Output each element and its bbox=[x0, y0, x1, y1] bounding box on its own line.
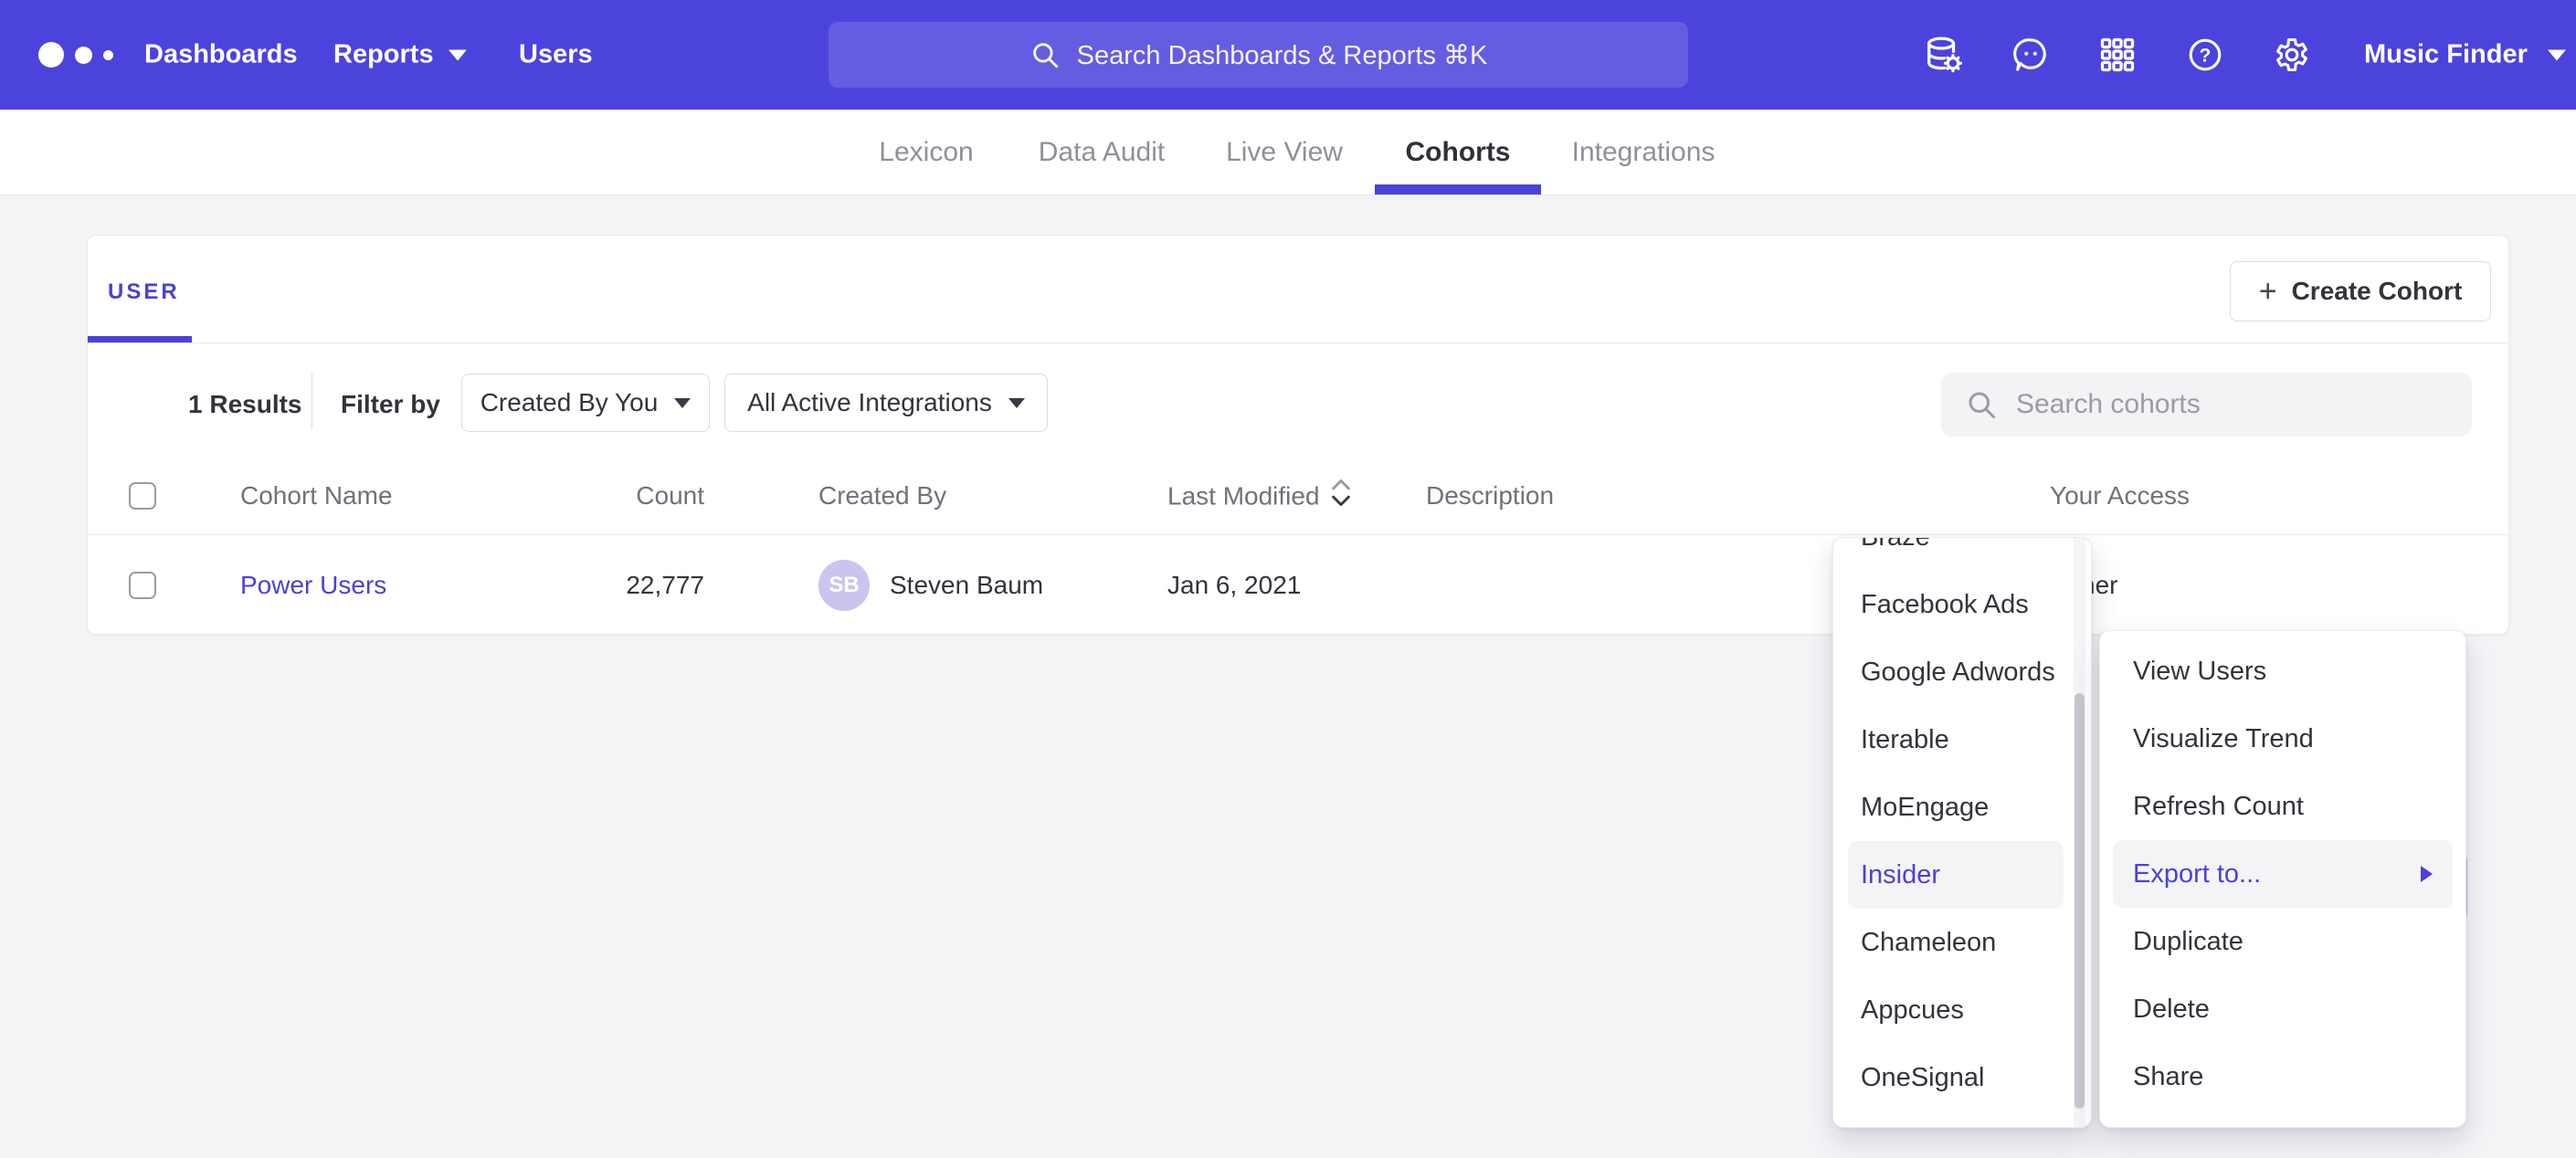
column-count: Count bbox=[508, 481, 704, 511]
settings-button[interactable] bbox=[2270, 33, 2314, 77]
mixpanel-logo[interactable] bbox=[38, 42, 113, 68]
menu-item-chameleon[interactable]: Chameleon bbox=[1848, 909, 2064, 976]
chevron-down-icon bbox=[449, 49, 467, 60]
menu-item-view-users[interactable]: View Users bbox=[2113, 637, 2453, 705]
last-modified-label: Last Modified bbox=[1167, 482, 1320, 511]
integrations-filter-dropdown[interactable]: All Active Integrations bbox=[724, 374, 1048, 432]
column-cohort-name: Cohort Name bbox=[240, 481, 393, 511]
menu-item-braze[interactable]: Braze bbox=[1848, 537, 2064, 571]
table-row: Power Users 22,777 SB Steven Baum Jan 6,… bbox=[88, 535, 2508, 636]
table-header: Cohort Name Count Created By Last Modifi… bbox=[88, 458, 2508, 535]
menu-item-iterable[interactable]: Iterable bbox=[1848, 706, 2064, 774]
divider bbox=[311, 373, 312, 429]
chat-bubble-icon bbox=[2011, 35, 2051, 75]
search-cohorts-placeholder: Search cohorts bbox=[2016, 389, 2201, 420]
gear-icon bbox=[2272, 35, 2312, 75]
export-submenu: Braze Facebook Ads Google Adwords Iterab… bbox=[1832, 537, 2092, 1128]
chevron-down-icon bbox=[1008, 398, 1025, 408]
chevron-down-icon bbox=[674, 398, 691, 408]
created-by-name: Steven Baum bbox=[890, 571, 1043, 600]
svg-text:?: ? bbox=[2200, 46, 2212, 67]
menu-item-google-adwords[interactable]: Google Adwords bbox=[1848, 638, 2064, 706]
scrollbar-track[interactable] bbox=[2074, 538, 2085, 1127]
logo-dot-small bbox=[103, 50, 113, 60]
menu-item-delete[interactable]: Delete bbox=[2113, 975, 2453, 1043]
search-cohorts-input[interactable]: Search cohorts bbox=[1941, 373, 2472, 437]
integrations-filter-value: All Active Integrations bbox=[747, 388, 992, 417]
menu-item-insider[interactable]: Insider bbox=[1848, 841, 2064, 909]
tab-integrations[interactable]: Integrations bbox=[1572, 137, 1716, 168]
tab-user-cohorts[interactable]: USER bbox=[108, 279, 180, 305]
cohorts-panel: USER + Create Cohort 1 Results Filter by… bbox=[87, 235, 2509, 635]
select-all-checkbox[interactable] bbox=[129, 482, 156, 510]
menu-item-refresh-count[interactable]: Refresh Count bbox=[2113, 773, 2453, 840]
search-icon bbox=[1029, 39, 1061, 70]
feedback-button[interactable] bbox=[2009, 33, 2053, 77]
tab-data-audit[interactable]: Data Audit bbox=[1039, 137, 1165, 168]
data-management-button[interactable] bbox=[1922, 33, 1966, 77]
global-search-input[interactable]: Search Dashboards & Reports ⌘K bbox=[829, 22, 1688, 88]
apps-button[interactable] bbox=[2096, 33, 2139, 77]
tab-cohorts[interactable]: Cohorts bbox=[1406, 137, 1511, 168]
grid-icon bbox=[2097, 35, 2138, 75]
export-to-label: Export to... bbox=[2133, 859, 2261, 890]
nav-users[interactable]: Users bbox=[519, 40, 593, 70]
search-icon bbox=[1965, 388, 1998, 421]
cohort-count: 22,777 bbox=[508, 571, 704, 600]
menu-item-facebook-ads[interactable]: Facebook Ads bbox=[1848, 571, 2064, 638]
chevron-down-icon bbox=[2548, 49, 2566, 60]
menu-item-onesignal[interactable]: OneSignal bbox=[1848, 1044, 2064, 1111]
nav-dashboards[interactable]: Dashboards bbox=[144, 40, 298, 70]
scrollbar-thumb[interactable] bbox=[2075, 693, 2085, 1109]
create-cohort-button[interactable]: + Create Cohort bbox=[2230, 261, 2491, 321]
create-cohort-label: Create Cohort bbox=[2292, 277, 2463, 306]
chevron-right-icon bbox=[2421, 866, 2433, 882]
created-by-filter-value: Created By You bbox=[480, 388, 659, 417]
cohort-name-link[interactable]: Power Users bbox=[240, 571, 386, 600]
column-last-modified: Last Modified bbox=[1167, 479, 1353, 513]
column-description: Description bbox=[1426, 481, 1554, 511]
menu-item-export-to[interactable]: Export to... bbox=[2113, 840, 2453, 908]
avatar: SB bbox=[818, 560, 870, 611]
project-name: Music Finder bbox=[2364, 40, 2528, 70]
plus-icon: + bbox=[2259, 276, 2277, 307]
divider bbox=[88, 342, 2508, 343]
active-tab-indicator bbox=[1375, 184, 1541, 195]
last-modified-date: Jan 6, 2021 bbox=[1167, 571, 1301, 600]
filter-by-label: Filter by bbox=[341, 390, 440, 419]
global-search-placeholder: Search Dashboards & Reports ⌘K bbox=[1077, 39, 1488, 71]
tab-lexicon[interactable]: Lexicon bbox=[879, 137, 973, 168]
column-created-by: Created By bbox=[818, 481, 946, 511]
export-submenu-list: Braze Facebook Ads Google Adwords Iterab… bbox=[1833, 537, 2091, 1111]
section-tabs: Lexicon Data Audit Live View Cohorts Int… bbox=[0, 110, 2576, 195]
top-nav: Dashboards Reports Users Search Dashboar… bbox=[0, 0, 2576, 110]
logo-dot-large bbox=[38, 42, 64, 68]
row-context-menu-list: View Users Visualize Trend Refresh Count… bbox=[2100, 637, 2465, 1111]
nav-reports-label: Reports bbox=[333, 40, 434, 70]
database-gear-icon bbox=[1923, 34, 1965, 76]
nav-reports[interactable]: Reports bbox=[333, 40, 467, 70]
menu-item-visualize-trend[interactable]: Visualize Trend bbox=[2113, 705, 2453, 773]
menu-item-share[interactable]: Share bbox=[2113, 1043, 2453, 1111]
row-checkbox[interactable] bbox=[129, 572, 156, 599]
menu-item-moengage[interactable]: MoEngage bbox=[1848, 774, 2064, 841]
sort-icon[interactable] bbox=[1329, 479, 1353, 513]
help-icon: ? bbox=[2185, 35, 2225, 75]
tab-live-view[interactable]: Live View bbox=[1226, 137, 1343, 168]
menu-item-duplicate[interactable]: Duplicate bbox=[2113, 908, 2453, 975]
column-your-access: Your Access bbox=[2050, 481, 2190, 511]
results-count: 1 Results bbox=[188, 390, 302, 419]
project-selector[interactable]: Music Finder bbox=[2364, 40, 2566, 70]
menu-item-appcues[interactable]: Appcues bbox=[1848, 976, 2064, 1044]
created-by-filter-dropdown[interactable]: Created By You bbox=[461, 374, 710, 432]
help-button[interactable]: ? bbox=[2183, 33, 2227, 77]
logo-dot-medium bbox=[75, 47, 92, 64]
row-context-menu: View Users Visualize Trend Refresh Count… bbox=[2099, 630, 2466, 1128]
